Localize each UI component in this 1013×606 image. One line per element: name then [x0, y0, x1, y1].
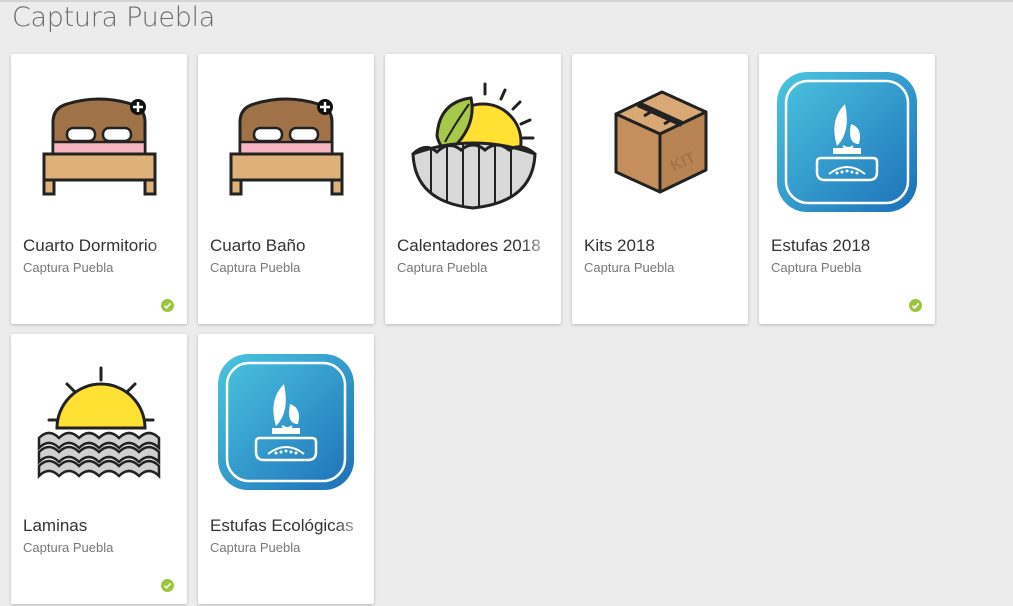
card-thumbnail	[385, 62, 561, 222]
card-thumbnail	[759, 62, 935, 222]
card-calentadores-2018[interactable]: Calentadores 2018 Captura Puebla	[385, 54, 561, 324]
card-title: Cuarto Dormitorio	[23, 236, 158, 255]
card-title: Estufas 2018	[771, 236, 871, 255]
card-title: Kits 2018	[584, 236, 655, 255]
card-title: Estufas Ecológicas	[210, 516, 354, 535]
card-title: Laminas	[23, 516, 88, 535]
bed-icon	[42, 97, 157, 196]
page-title: Captura Puebla	[12, 2, 215, 33]
card-title: Calentadores 2018	[397, 236, 541, 255]
check-icon	[909, 299, 922, 312]
card-subtitle: Captura Puebla	[210, 540, 301, 555]
card-thumbnail	[11, 342, 187, 502]
card-thumbnail	[198, 62, 374, 222]
card-estufas-ecologicas[interactable]: Estufas Ecológicas Captura Puebla	[198, 334, 374, 604]
card-subtitle: Captura Puebla	[210, 260, 301, 275]
card-cuarto-dormitorio[interactable]: Cuarto Dormitorio Captura Puebla	[11, 54, 187, 324]
card-kits-2018[interactable]: KIT Kits 2018 Captura Puebla	[572, 54, 748, 324]
card-title: Cuarto Baño	[210, 236, 306, 255]
card-thumbnail: KIT	[572, 62, 748, 222]
card-subtitle: Captura Puebla	[23, 540, 114, 555]
card-estufas-2018[interactable]: Estufas 2018 Captura Puebla	[759, 54, 935, 324]
card-subtitle: Captura Puebla	[584, 260, 675, 275]
stove-icon	[218, 354, 354, 490]
check-icon	[161, 579, 174, 592]
card-subtitle: Captura Puebla	[771, 260, 862, 275]
card-subtitle: Captura Puebla	[397, 260, 488, 275]
card-subtitle: Captura Puebla	[23, 260, 114, 275]
card-laminas[interactable]: Laminas Captura Puebla	[11, 334, 187, 604]
card-thumbnail	[11, 62, 187, 222]
check-icon	[161, 299, 174, 312]
sun-waves-icon	[37, 366, 161, 480]
solar-heater-icon	[411, 82, 537, 210]
bed-icon	[229, 97, 344, 196]
stove-icon	[777, 72, 917, 212]
card-thumbnail	[198, 342, 374, 502]
box-kit-icon: KIT	[614, 90, 708, 194]
card-cuarto-bano[interactable]: Cuarto Baño Captura Puebla	[198, 54, 374, 324]
